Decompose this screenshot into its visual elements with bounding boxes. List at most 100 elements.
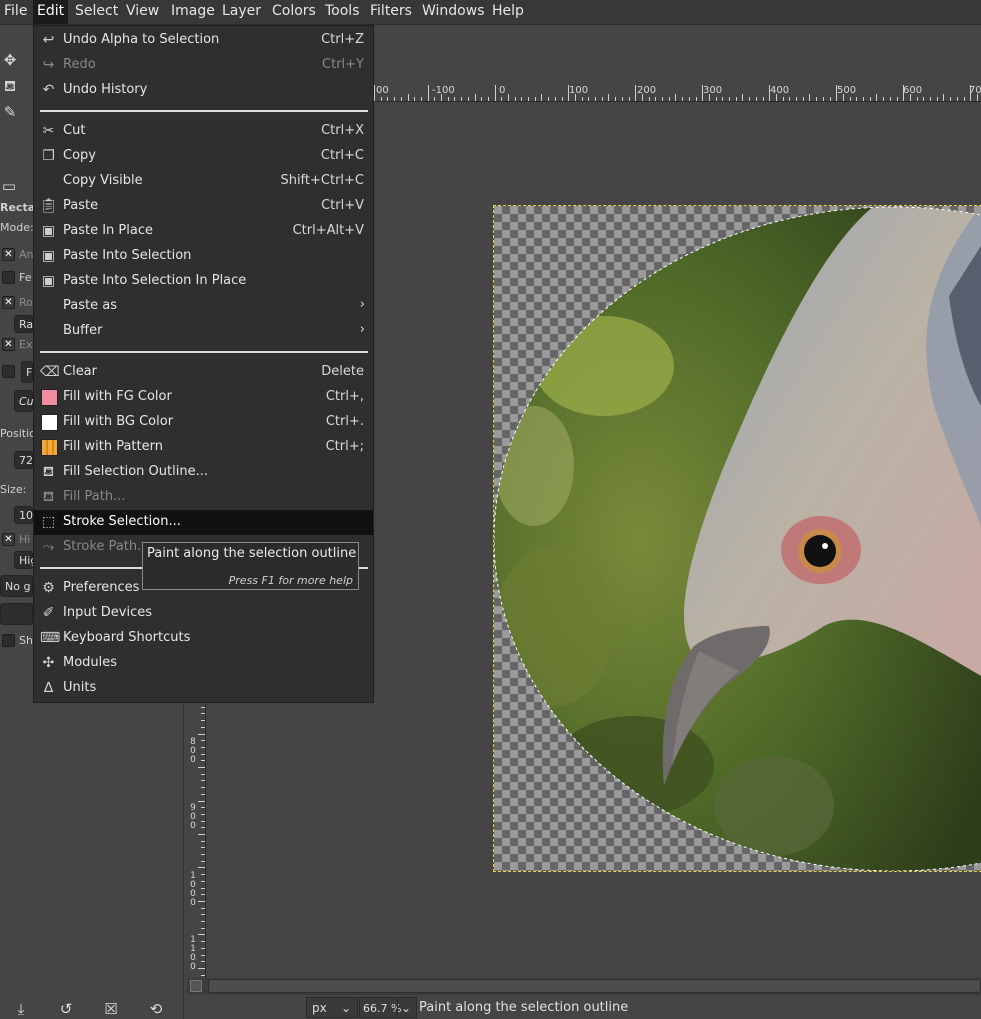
restore-preset-icon[interactable]: ↺ [56,999,76,1019]
ruler-tick [508,94,509,101]
menu-filters[interactable]: Filters [366,0,416,24]
current-field[interactable]: Cu [14,390,34,412]
ruler-tick [682,97,683,101]
menu-layer[interactable]: Layer [218,0,265,24]
menu-item-paste-as[interactable]: Paste as › [34,294,373,319]
menu-colors[interactable]: Colors [268,0,320,24]
ruler-label: 8 0 0 [190,737,196,765]
menu-windows[interactable]: Windows [418,0,489,24]
fixed-combo[interactable]: F [21,361,33,383]
ruler-tick [201,707,205,708]
tool-options-tab-icon[interactable]: ▭ [0,177,18,195]
menu-item-paste-into-selection[interactable]: ▣ Paste Into Selection [34,244,373,269]
ruler-tick [201,814,205,815]
reset-icon[interactable]: ⟲ [146,999,166,1019]
menu-item-paste-into-selection-in-place[interactable]: ▣ Paste Into Selection In Place [34,269,373,294]
menu-item-units[interactable]: ∆ Units [34,676,373,701]
ruler-tick [736,97,737,101]
ruler-tick [201,921,205,922]
ruler-tick [401,97,402,101]
chevron-down-icon: ⌄ [340,1001,351,1015]
ruler-tick [201,720,205,721]
ruler-tick [454,97,455,101]
menu-item-input-devices[interactable]: ✐ Input Devices [34,601,373,626]
position-x-field[interactable]: 72 [14,451,33,469]
ruler-tick [421,97,422,101]
ruler-tick [964,97,965,101]
ruler-tick [201,894,205,895]
menu-item-copy[interactable]: ❐ Copy Ctrl+C [34,144,373,169]
navigate-icon[interactable] [190,980,202,992]
ruler-tick [201,754,205,755]
delete-preset-icon[interactable]: ☒ [101,999,121,1019]
menu-item-stroke-selection[interactable]: ⬚ Stroke Selection... [34,510,373,535]
zoom-combo[interactable]: 66.7 % ⌄ [359,997,417,1018]
menu-item-clear[interactable]: ⌫ Clear Delete [34,360,373,385]
feather-checkbox[interactable] [2,271,15,284]
ruler-tick [816,97,817,101]
size-label: Size: [0,483,27,496]
antialiasing-checkbox[interactable]: ✕ [2,248,15,261]
ruler-tick [201,841,205,842]
menu-item-copy-visible[interactable]: Copy Visible Shift+Ctrl+C [34,169,373,194]
expand-center-checkbox[interactable]: ✕ [2,338,15,351]
color-picker-tool-icon[interactable]: ✎ [1,103,19,121]
ruler-tick [562,97,563,101]
ruler-tick [201,727,205,728]
menu-item-fill-selection-outline[interactable]: ⛾ Fill Selection Outline... [34,460,373,485]
horizontal-scrollbar[interactable] [187,978,981,995]
size-w-field[interactable]: 10 [14,506,33,524]
move-tool-icon[interactable]: ✥ [1,51,19,69]
menu-item-fill-bg[interactable]: Fill with BG Color Ctrl+. [34,410,373,435]
position-label: Positio [0,427,36,440]
highlight-checkbox[interactable]: ✕ [2,533,15,546]
bucket-fill-tool-icon[interactable]: ⛾ [1,77,19,95]
menu-item-cut[interactable]: ✂ Cut Ctrl+X [34,119,373,144]
tool-options-title: Recta [0,201,36,214]
shrink-merged-checkbox[interactable] [2,634,15,647]
menu-edit[interactable]: Edit [33,0,69,24]
unit-value: px [312,1001,327,1015]
ruler-tick [696,97,697,101]
menu-item-keyboard-shortcuts[interactable]: ⌨ Keyboard Shortcuts [34,626,373,651]
menu-image[interactable]: Image [167,0,219,24]
ruler-tick [201,955,205,956]
menu-item-fill-path[interactable]: ⛾ Fill Path... [34,485,373,510]
ruler-tick [588,97,589,101]
radius-field[interactable]: Ra [14,315,33,333]
rounded-corners-checkbox[interactable]: ✕ [2,296,15,309]
highlight-combo[interactable]: Hig [14,551,37,569]
horizontal-ruler[interactable]: 00 -100 0 100 200 300 400 500 600 700 [374,84,981,102]
menu-tools[interactable]: Tools [321,0,364,24]
modules-icon: ✣ [42,655,55,671]
fixed-checkbox[interactable] [2,365,15,378]
ruler-tick [541,94,542,101]
ruler-tick [198,867,205,868]
scrollbar-thumb[interactable] [208,979,981,993]
ruler-tick [662,97,663,101]
vertical-ruler[interactable]: 8 0 0 9 0 0 1 0 0 0 1 1 0 0 [187,700,206,978]
ruler-tick [201,827,205,828]
unit-combo[interactable]: px ⌄ [306,997,358,1018]
menu-view[interactable]: View [122,0,163,24]
ruler-tick [201,854,205,855]
menu-item-undo[interactable]: ↩ Undo Alpha to Selection Ctrl+Z [34,28,373,53]
menu-file[interactable]: File [0,0,31,24]
guides-combo[interactable]: No g [0,575,33,597]
menu-item-paste-in-place[interactable]: ▣ Paste In Place Ctrl+Alt+V [34,219,373,244]
menu-item-paste[interactable]: 📋︎ Paste Ctrl+V [34,194,373,219]
menu-item-modules[interactable]: ✣ Modules [34,651,373,676]
undo-icon: ↩ [42,32,55,48]
auto-shrink-button[interactable] [0,603,33,625]
ruler-label: 200 [637,85,657,96]
save-preset-icon[interactable]: ⤓ [11,999,31,1019]
menu-item-fill-fg[interactable]: Fill with FG Color Ctrl+, [34,385,373,410]
menu-item-undo-history[interactable]: ↶ Undo History [34,78,373,103]
image-canvas[interactable] [493,205,981,872]
ruler-label: 300 [703,85,723,96]
menu-select[interactable]: Select [71,0,122,24]
menu-item-fill-pattern[interactable]: Fill with Pattern Ctrl+; [34,435,373,460]
menu-item-buffer[interactable]: Buffer › [34,319,373,344]
menu-item-redo[interactable]: ↪ Redo Ctrl+Y [34,53,373,78]
menu-help[interactable]: Help [488,0,528,24]
